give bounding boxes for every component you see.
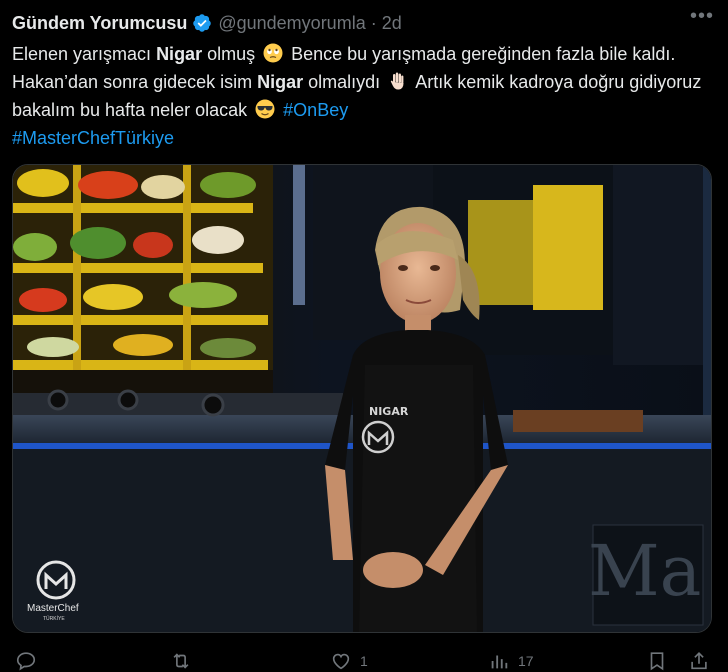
- views-chart-icon: [491, 655, 508, 669]
- share-button[interactable]: [688, 650, 710, 672]
- watermark-subtext: TÜRKİYE: [43, 615, 65, 622]
- like-button[interactable]: 1: [330, 650, 368, 672]
- header-separator: ·: [370, 12, 377, 33]
- heart-icon: [332, 653, 350, 670]
- apron-name-text: NIGAR: [369, 405, 409, 418]
- reply-icon: [16, 652, 36, 671]
- background-logo-text: Ma: [588, 530, 701, 612]
- bookmark-button[interactable]: [646, 650, 668, 672]
- raised-hand-emoji-icon: [390, 72, 404, 90]
- like-count: 1: [360, 653, 368, 669]
- tweet-bold-name: Nigar: [156, 44, 203, 64]
- tweet-text-segment: Elenen yarışmacı: [12, 44, 157, 64]
- retweet-icon: [173, 653, 189, 669]
- tweet-timestamp[interactable]: 2d: [382, 13, 402, 34]
- tweet-text: Elenen yarışmacı Nigar olmuş Bence bu ya…: [12, 40, 716, 152]
- tweet-text-segment: olmalıydı: [303, 72, 386, 92]
- tweet-header: Gündem Yorumcusu @gundemyorumla · 2d: [12, 10, 716, 36]
- views-button[interactable]: 17: [488, 650, 534, 672]
- more-options-icon[interactable]: •••: [690, 5, 714, 28]
- tweet-bold-name: Nigar: [257, 72, 304, 92]
- sunglasses-emoji-icon: [255, 99, 275, 119]
- author-display-name[interactable]: Gündem Yorumcusu: [12, 13, 187, 34]
- rolling-eyes-emoji-icon: [263, 43, 283, 63]
- retweet-button[interactable]: [170, 650, 200, 672]
- author-handle[interactable]: @gundemyorumla: [218, 13, 365, 34]
- reply-button[interactable]: [15, 650, 45, 672]
- tweet-action-bar: 1 17: [0, 646, 728, 672]
- views-count: 17: [518, 653, 534, 669]
- tweet[interactable]: Gündem Yorumcusu @gundemyorumla · 2d •••…: [0, 0, 728, 672]
- share-icon: [691, 652, 707, 670]
- masterchef-contestant-photo: Ma NIGAR MasterChef TÜRKİYE: [13, 165, 711, 632]
- tweet-text-segment: olmuş: [202, 44, 261, 64]
- hashtag-link[interactable]: #OnBey: [283, 100, 348, 120]
- verified-badge-icon: [193, 14, 212, 32]
- tweet-media-image[interactable]: Ma NIGAR MasterChef TÜRKİYE: [12, 164, 712, 633]
- bookmark-icon: [650, 652, 664, 671]
- hashtag-link[interactable]: #MasterChefTürkiye: [12, 128, 174, 148]
- watermark-text: MasterChef: [27, 603, 79, 614]
